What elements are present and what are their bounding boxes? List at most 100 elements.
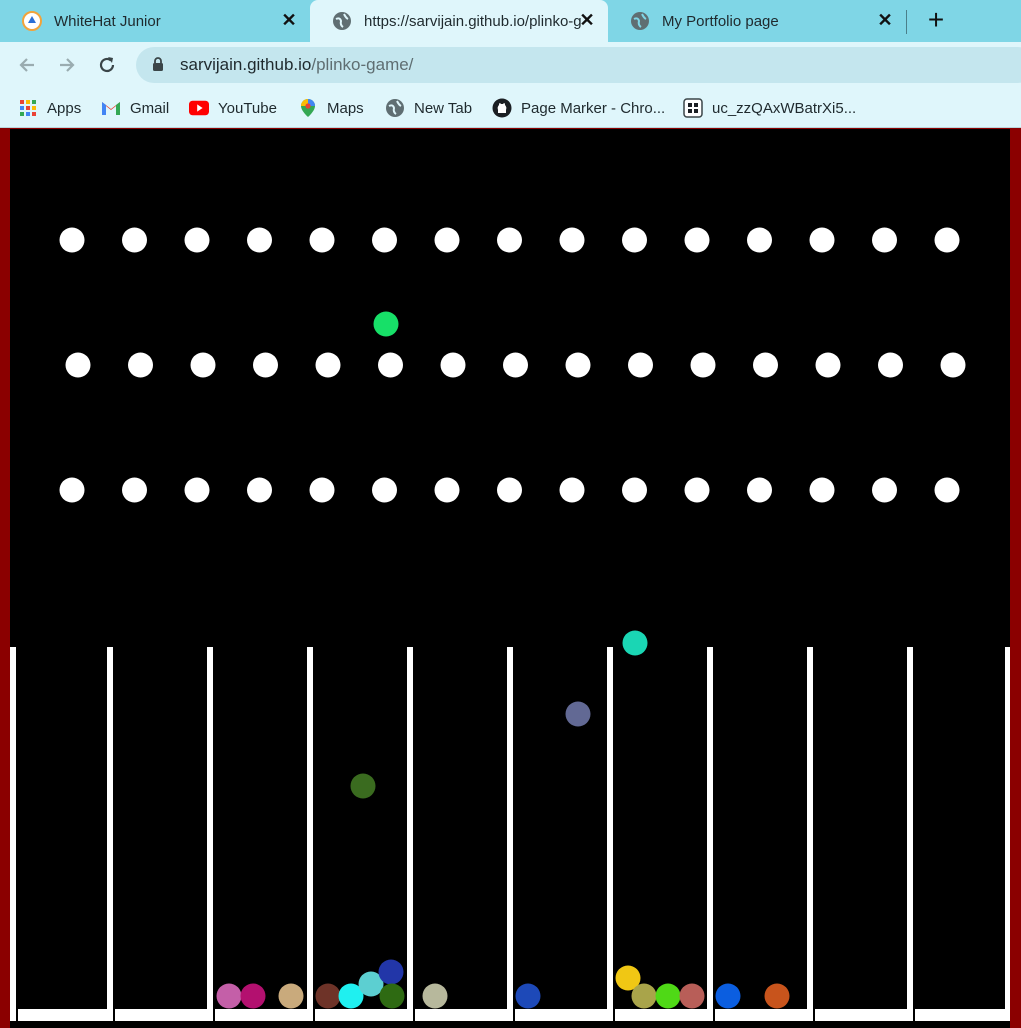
plinko-peg <box>434 227 460 253</box>
settled-particle <box>379 983 405 1009</box>
plinko-peg <box>65 352 91 378</box>
ground-gap <box>113 1009 115 1021</box>
bookmark-label: Gmail <box>130 99 170 117</box>
youtube-icon <box>189 98 209 118</box>
settled-particle <box>240 983 266 1009</box>
forward-arrow-icon[interactable] <box>54 52 80 78</box>
plinko-peg <box>934 477 960 503</box>
globe-icon <box>332 11 352 31</box>
plinko-peg <box>565 352 591 378</box>
plinko-peg <box>372 477 397 503</box>
falling-particle <box>350 773 376 799</box>
settled-particle <box>515 983 541 1009</box>
bookmark-label: Maps <box>327 99 364 117</box>
bookmark-label: YouTube <box>218 99 277 117</box>
browser-toolbar: sarvijain.github.io/plinko-game/ <box>0 42 1021 88</box>
bookmark-new-tab[interactable]: New Tab <box>385 96 472 120</box>
plinko-peg <box>684 227 710 253</box>
settled-particle <box>315 983 341 1009</box>
plinko-peg <box>809 227 835 253</box>
settled-particle <box>679 983 705 1009</box>
bookmark-apps[interactable]: Apps <box>18 96 81 120</box>
plinko-peg <box>559 227 585 253</box>
plinko-peg <box>122 477 147 503</box>
tab-separator <box>906 10 907 34</box>
plinko-peg <box>753 352 778 378</box>
ground-gap <box>813 1009 815 1021</box>
plinko-peg <box>872 227 897 253</box>
bookmark-label: Apps <box>47 99 82 117</box>
bookmark-youtube[interactable]: YouTube <box>189 96 277 120</box>
plinko-peg <box>59 227 85 253</box>
close-tab-icon[interactable]: ✕ <box>876 11 894 29</box>
division-wall <box>607 647 613 1020</box>
tab-title: https://sarvijain.github.io/plinko-game/ <box>364 12 582 30</box>
plinko-board <box>10 227 1010 1021</box>
globe-icon <box>385 98 405 118</box>
settled-particle <box>715 983 741 1009</box>
new-tab-plus-icon[interactable]: + <box>922 6 950 34</box>
division-wall <box>807 647 813 1020</box>
falling-particle <box>622 630 648 656</box>
bookmark-page-marker[interactable]: Page Marker - Chro... <box>492 96 665 120</box>
bookmark-maps[interactable]: Maps <box>298 96 364 120</box>
ground-gap <box>913 1009 915 1021</box>
address-host: sarvijain.github.io <box>180 55 312 74</box>
tab-my-portfolio[interactable]: My Portfolio page ✕ <box>608 0 906 42</box>
division-wall <box>207 647 213 1020</box>
tab-strip: WhiteHat Junior ✕ https://sarvijain.gith… <box>0 0 1021 42</box>
plinko-peg <box>872 477 897 503</box>
globe-icon <box>630 11 650 31</box>
settled-particle <box>216 983 242 1009</box>
plinko-peg <box>184 227 210 253</box>
division-wall <box>707 647 713 1020</box>
address-path: /plinko-game/ <box>311 55 414 74</box>
plinko-peg <box>434 477 460 503</box>
plinko-peg <box>190 352 216 378</box>
settled-particle <box>378 959 404 985</box>
bookmark-label: Page Marker - Chro... <box>521 99 666 117</box>
plinko-peg <box>440 352 466 378</box>
ground-gap <box>613 1009 615 1021</box>
tab-whitehat-junior[interactable]: WhiteHat Junior ✕ <box>0 0 310 42</box>
bookmark-uc[interactable]: uc_zzQAxWBatrXi5... <box>683 96 856 120</box>
settled-particle <box>764 983 790 1009</box>
plinko-peg <box>309 227 335 253</box>
back-arrow-icon[interactable] <box>14 52 40 78</box>
reload-icon[interactable] <box>94 52 120 78</box>
plinko-peg <box>809 477 835 503</box>
dots-icon <box>683 98 703 118</box>
plinko-peg <box>934 227 960 253</box>
division-wall <box>907 647 913 1020</box>
division-wall <box>307 647 313 1020</box>
ground-gap <box>213 1009 215 1021</box>
ground-gap <box>16 1009 18 1021</box>
settled-particle <box>631 983 657 1009</box>
close-tab-icon[interactable]: ✕ <box>280 11 298 29</box>
ground-gap <box>313 1009 315 1021</box>
plinko-peg <box>628 352 653 378</box>
settled-particle <box>422 983 448 1009</box>
plinko-peg <box>690 352 716 378</box>
division-wall <box>507 647 513 1020</box>
tab-title: My Portfolio page <box>662 12 779 30</box>
plinko-peg <box>309 477 335 503</box>
plinko-peg <box>878 352 903 378</box>
bookmarks-bar: Apps Gmail YouTube Maps New Tab Page Mar… <box>0 88 1021 128</box>
settled-particle <box>278 983 304 1009</box>
plinko-peg <box>378 352 403 378</box>
close-tab-icon[interactable]: ✕ <box>578 11 596 29</box>
plinko-peg <box>940 352 966 378</box>
plinko-game-canvas[interactable] <box>10 129 1010 1028</box>
tab-plinko-game[interactable]: https://sarvijain.github.io/plinko-game/… <box>310 0 608 42</box>
plinko-peg <box>815 352 841 378</box>
bookmark-gmail[interactable]: Gmail <box>101 96 169 120</box>
division-wall <box>407 647 413 1020</box>
maps-pin-icon <box>298 98 318 118</box>
plinko-peg <box>315 352 341 378</box>
apps-grid-icon <box>18 98 38 118</box>
gmail-icon <box>101 98 121 118</box>
address-bar[interactable]: sarvijain.github.io/plinko-game/ <box>136 47 1021 83</box>
plinko-peg <box>253 352 278 378</box>
plinko-peg <box>747 227 772 253</box>
